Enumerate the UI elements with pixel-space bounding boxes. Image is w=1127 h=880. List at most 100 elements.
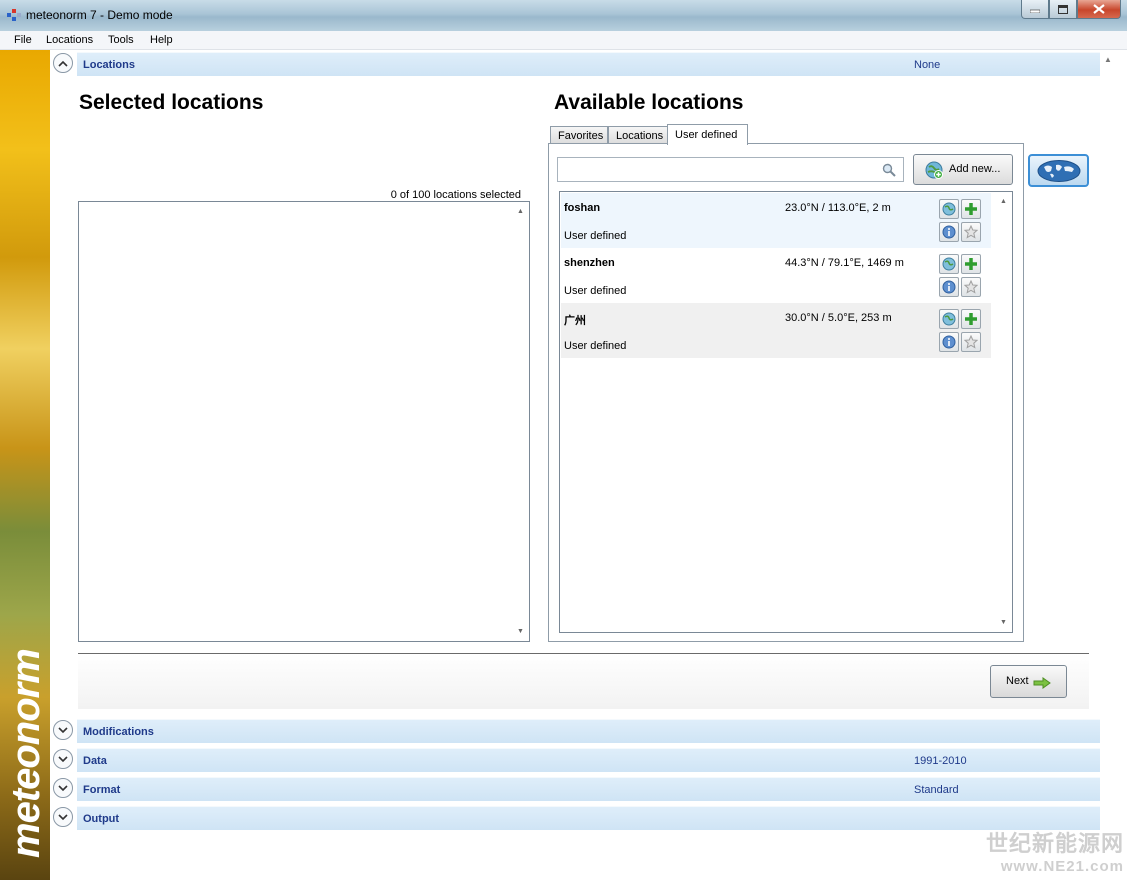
minimize-button[interactable] (1021, 0, 1049, 19)
star-icon (964, 280, 978, 294)
watermark-line1: 世纪新能源网 (985, 831, 1124, 856)
section-format[interactable]: Format Standard (77, 777, 1100, 801)
section-data-label: Data (83, 755, 107, 767)
chevron-up-icon (58, 60, 68, 67)
location-type: User defined (564, 285, 627, 297)
format-expand-toggle[interactable] (53, 778, 73, 798)
maximize-button[interactable] (1049, 0, 1077, 19)
globe-icon (942, 202, 956, 216)
section-format-label: Format (83, 784, 121, 796)
selected-count: 0 of 100 locations selected (390, 189, 521, 201)
selected-locations-list[interactable]: ▲ ▼ (78, 201, 530, 642)
available-locations-heading: Available locations (554, 91, 744, 114)
list-item[interactable]: shenzhen 44.3°N / 79.1°E, 1469 m User de… (561, 248, 991, 303)
scroll-up-icon[interactable]: ▲ (1000, 198, 1007, 205)
section-locations[interactable]: Locations None (77, 52, 1100, 76)
section-locations-value: None (914, 59, 941, 71)
section-format-value: Standard (914, 784, 959, 796)
watermark: 世纪新能源网 www.NE21.com (968, 826, 1124, 875)
brand-strip: meteonorm (0, 50, 50, 880)
location-coords: 30.0°N / 5.0°E, 253 m (785, 312, 892, 324)
section-output[interactable]: Output (77, 806, 1100, 830)
plus-icon (965, 313, 977, 325)
brand-logo: meteonorm (4, 649, 48, 858)
world-map-button[interactable] (1028, 154, 1089, 187)
location-name: shenzhen (564, 257, 615, 269)
tab-panel-user-defined: Add new... foshan 23.0°N / 113.0°E, 2 m … (548, 143, 1024, 642)
available-list-scrollbar[interactable]: ▲ ▼ (996, 192, 1012, 632)
menu-locations[interactable]: Locations (46, 34, 93, 46)
scroll-down-icon[interactable]: ▼ (517, 628, 524, 635)
location-coords: 44.3°N / 79.1°E, 1469 m (785, 257, 904, 269)
add-location-button[interactable] (961, 199, 981, 219)
available-locations-list[interactable]: foshan 23.0°N / 113.0°E, 2 m User define… (559, 191, 1013, 633)
star-icon (964, 335, 978, 349)
section-locations-label: Locations (83, 59, 135, 71)
search-icon (882, 163, 896, 177)
info-icon (942, 225, 956, 239)
next-button[interactable]: Next (990, 665, 1067, 698)
menu-file[interactable]: File (14, 34, 32, 46)
location-name: 广州 (564, 315, 586, 327)
close-icon (1093, 4, 1105, 14)
info-icon (942, 280, 956, 294)
favorite-button[interactable] (961, 332, 981, 352)
section-modifications[interactable]: Modifications (77, 719, 1100, 743)
next-label: Next (1006, 675, 1029, 687)
world-map-icon (1037, 159, 1080, 182)
globe-icon (942, 312, 956, 326)
favorite-button[interactable] (961, 277, 981, 297)
section-modifications-label: Modifications (83, 726, 154, 738)
menu-tools[interactable]: Tools (108, 34, 134, 46)
tab-locations[interactable]: Locations (608, 126, 668, 144)
arrow-right-icon (1033, 677, 1051, 689)
chevron-down-icon (58, 813, 68, 820)
list-item[interactable]: 广州 30.0°N / 5.0°E, 253 m User defined (561, 303, 991, 358)
data-expand-toggle[interactable] (53, 749, 73, 769)
selected-locations-heading: Selected locations (79, 91, 264, 114)
chevron-down-icon (58, 755, 68, 762)
add-new-label: Add new... (949, 163, 1001, 175)
location-type: User defined (564, 340, 627, 352)
tab-favorites[interactable]: Favorites (550, 126, 608, 144)
plus-icon (965, 258, 977, 270)
close-button[interactable] (1077, 0, 1121, 19)
tab-user-defined[interactable]: User defined (667, 124, 748, 145)
plus-icon (965, 203, 977, 215)
show-on-map-button[interactable] (939, 199, 959, 219)
output-expand-toggle[interactable] (53, 807, 73, 827)
footer-area (78, 654, 1089, 709)
main-scroll-up-icon[interactable]: ▲ (1104, 55, 1112, 64)
add-location-button[interactable] (961, 254, 981, 274)
info-button[interactable] (939, 332, 959, 352)
info-icon (942, 335, 956, 349)
location-coords: 23.0°N / 113.0°E, 2 m (785, 202, 891, 214)
locations-collapse-toggle[interactable] (53, 53, 73, 73)
menu-bar: File Locations Tools Help (0, 31, 1127, 50)
globe-add-icon (925, 161, 943, 179)
watermark-line2: www.NE21.com (1000, 858, 1124, 875)
show-on-map-button[interactable] (939, 309, 959, 329)
menu-help[interactable]: Help (150, 34, 173, 46)
search-input[interactable] (557, 157, 904, 182)
section-output-label: Output (83, 813, 120, 825)
add-location-button[interactable] (961, 309, 981, 329)
list-item[interactable]: foshan 23.0°N / 113.0°E, 2 m User define… (561, 193, 991, 248)
favorite-button[interactable] (961, 222, 981, 242)
scroll-down-icon[interactable]: ▼ (1000, 619, 1007, 626)
app-icon (7, 9, 21, 21)
main-panel: Locations None ▲ Selected locations 0 of… (50, 50, 1127, 880)
modifications-expand-toggle[interactable] (53, 720, 73, 740)
add-new-button[interactable]: Add new... (913, 154, 1013, 185)
title-bar: meteonorm 7 - Demo mode (0, 0, 1127, 31)
scroll-up-icon[interactable]: ▲ (517, 208, 524, 215)
location-type: User defined (564, 230, 627, 242)
maximize-icon (1058, 4, 1068, 14)
show-on-map-button[interactable] (939, 254, 959, 274)
info-button[interactable] (939, 277, 959, 297)
location-name: foshan (564, 202, 601, 214)
section-data[interactable]: Data 1991-2010 (77, 748, 1100, 772)
info-button[interactable] (939, 222, 959, 242)
selected-list-scrollbar[interactable]: ▲ ▼ (513, 202, 529, 641)
minimize-icon (1030, 9, 1040, 13)
